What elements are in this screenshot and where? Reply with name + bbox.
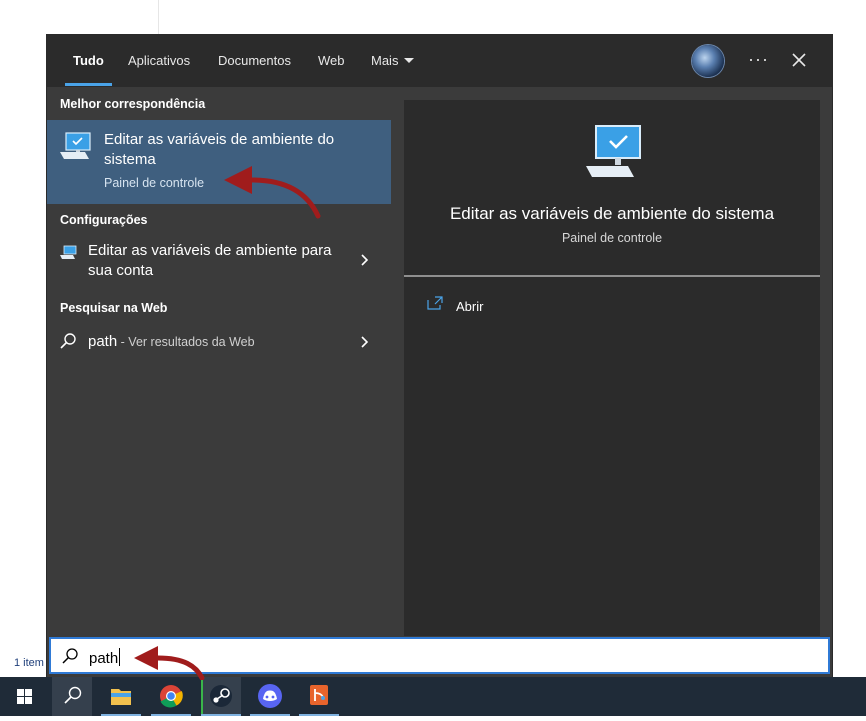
settings-item[interactable]: Editar as variáveis de ambiente para sua…: [47, 235, 391, 285]
preview-pane: Editar as variáveis de ambiente do siste…: [404, 100, 820, 636]
avatar[interactable]: [692, 45, 724, 77]
background-divider: [158, 0, 159, 36]
close-icon[interactable]: [789, 50, 809, 70]
chrome-icon: [160, 685, 183, 708]
tab-more-label: Mais: [371, 53, 399, 68]
web-search-text: path - Ver resultados da Web: [88, 332, 348, 352]
taskbar-discord[interactable]: [250, 677, 290, 716]
discord-icon: [258, 684, 282, 708]
taskbar-steam[interactable]: [201, 677, 241, 716]
preview-subtitle: Painel de controle: [561, 231, 663, 245]
section-best-match: Melhor correspondência: [60, 97, 206, 111]
taskbar: [0, 677, 866, 716]
computer-icon: [586, 125, 641, 177]
chevron-right-icon[interactable]: [359, 335, 369, 349]
file-explorer-icon: [111, 689, 131, 705]
more-options-icon[interactable]: ···: [748, 49, 769, 70]
search-tabs-bar: Tudo Aplicativos Documentos Web Mais ···: [47, 35, 832, 87]
tab-all[interactable]: Tudo: [73, 53, 104, 68]
best-match-title: Editar as variáveis de ambiente do siste…: [104, 131, 335, 168]
web-search-item[interactable]: path - Ver resultados da Web: [47, 327, 391, 359]
taskbar-file-explorer[interactable]: [101, 677, 141, 716]
results-list: Melhor correspondência Editar as variáve…: [47, 87, 391, 636]
search-query-text: path: [89, 650, 119, 667]
computer-icon: [60, 245, 77, 259]
tab-more[interactable]: Mais: [371, 53, 415, 68]
best-match-item[interactable]: Editar as variáveis de ambiente do siste…: [47, 120, 391, 204]
computer-icon: [60, 132, 91, 159]
search-input-value: path: [89, 648, 121, 667]
search-icon: [62, 648, 78, 664]
start-button[interactable]: [4, 677, 44, 716]
open-action[interactable]: Abrir: [456, 299, 483, 314]
search-icon: [64, 686, 82, 704]
chevron-down-icon: [404, 58, 415, 63]
taskbar-chrome[interactable]: [151, 677, 191, 716]
preview-divider: [404, 275, 820, 277]
web-search-suffix: - Ver resultados da Web: [117, 335, 255, 349]
git-tool-icon: [310, 685, 328, 705]
active-tab-indicator: [65, 83, 112, 86]
chevron-right-icon[interactable]: [359, 253, 369, 267]
steam-icon: [210, 685, 232, 707]
text-cursor: [119, 648, 121, 666]
tab-apps[interactable]: Aplicativos: [128, 53, 190, 68]
search-panel: Tudo Aplicativos Documentos Web Mais ···…: [47, 35, 832, 677]
search-icon: [60, 333, 76, 349]
settings-item-title: Editar as variáveis de ambiente para sua…: [88, 242, 332, 279]
taskbar-search-button[interactable]: [52, 677, 92, 716]
search-input[interactable]: path: [49, 637, 830, 674]
background-status-text: 1 item: [14, 657, 44, 669]
section-web-search: Pesquisar na Web: [60, 301, 168, 315]
tab-documents[interactable]: Documentos: [218, 53, 291, 68]
active-app-indicator: [201, 677, 203, 716]
tab-web[interactable]: Web: [318, 53, 345, 68]
windows-icon: [17, 689, 32, 704]
open-icon: [427, 296, 443, 310]
web-search-query: path: [88, 333, 118, 350]
section-settings: Configurações: [60, 213, 148, 227]
taskbar-git-tool[interactable]: [299, 677, 339, 716]
preview-title: Editar as variáveis de ambiente do siste…: [449, 204, 775, 223]
best-match-subtitle: Painel de controle: [104, 176, 205, 190]
